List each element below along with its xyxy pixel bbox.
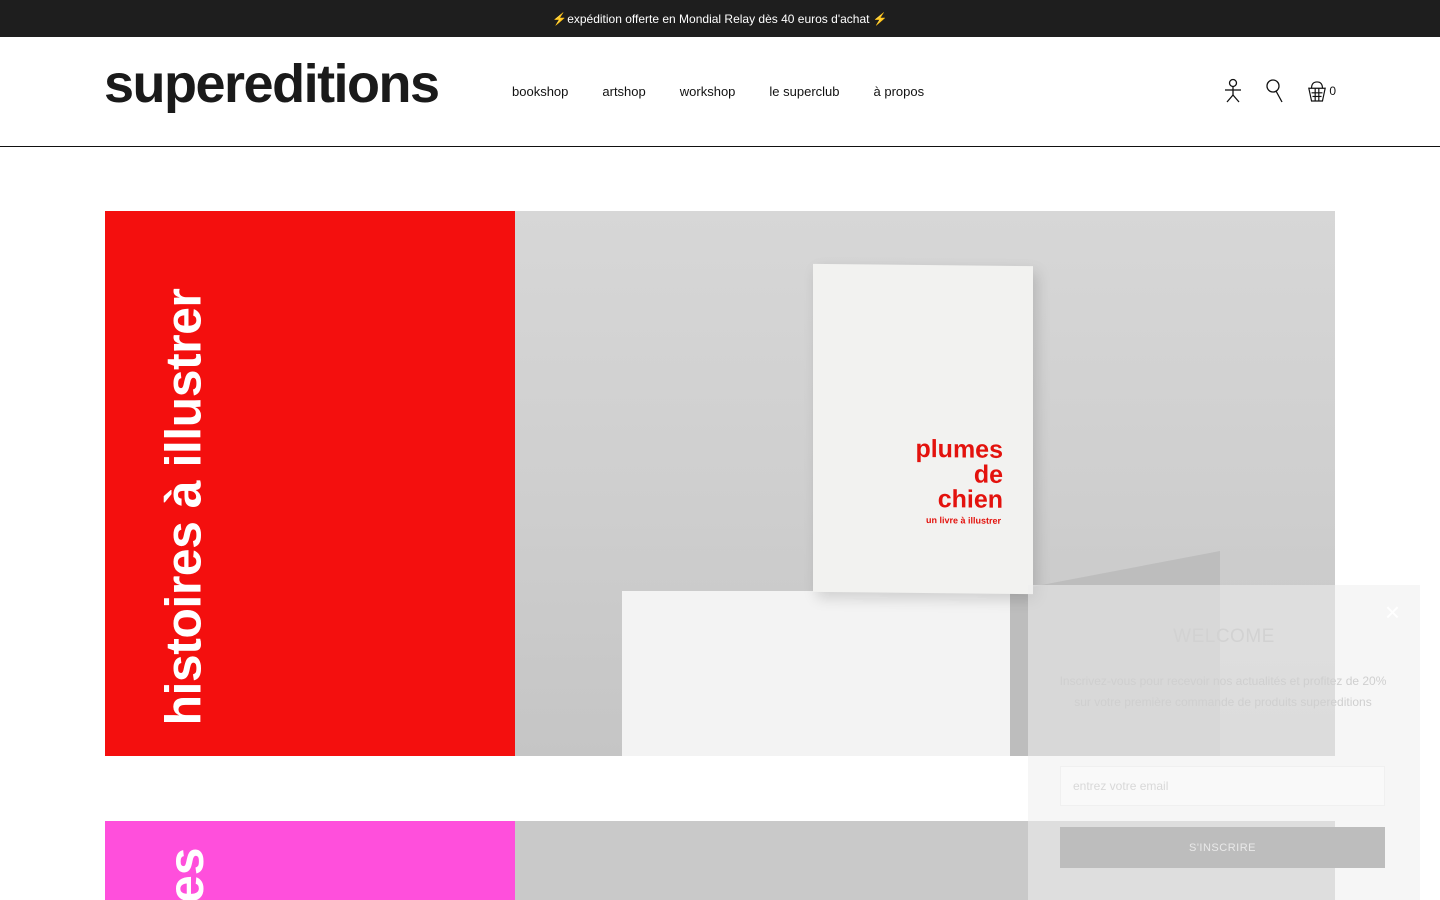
popup-text: Inscrivez-vous pour recevoir nos actuali… xyxy=(1059,674,1387,709)
book-cover: plumes de chien un livre à illustrer xyxy=(813,263,1033,595)
nav-superclub[interactable]: le superclub xyxy=(769,84,839,99)
book-subtitle: un livre à illustrer xyxy=(925,515,1001,526)
site-header: supereditions bookshop artshop workshop … xyxy=(0,37,1440,147)
popup-title: WELCOME xyxy=(1173,626,1275,647)
nav-about[interactable]: à propos xyxy=(874,84,925,99)
announcement-bar: ⚡expédition offerte en Mondial Relay dès… xyxy=(0,0,1440,37)
nav-artshop[interactable]: artshop xyxy=(602,84,645,99)
cart-button[interactable]: 0 xyxy=(1307,79,1336,103)
site-logo[interactable]: supereditions xyxy=(104,57,440,111)
book-title: plumes de chien xyxy=(915,434,1003,514)
email-field[interactable] xyxy=(1060,766,1385,806)
nav-bookshop[interactable]: bookshop xyxy=(512,84,568,99)
header-icons: 0 xyxy=(1223,78,1336,103)
hero-color-panel: histoires à illustrer xyxy=(105,211,515,756)
announcement-text: ⚡expédition offerte en Mondial Relay dès… xyxy=(552,11,888,26)
subscribe-button[interactable]: S'INSCRIRE xyxy=(1060,827,1385,868)
main-nav: bookshop artshop workshop le superclub à… xyxy=(512,84,924,99)
hero-vertical-title: histoires à illustrer xyxy=(155,288,212,726)
search-icon[interactable] xyxy=(1265,79,1285,103)
account-icon[interactable] xyxy=(1223,78,1243,103)
newsletter-popup: × WELCOME Inscrivez-vous pour recevoir n… xyxy=(1028,585,1420,900)
nav-workshop[interactable]: workshop xyxy=(680,84,736,99)
cart-count: 0 xyxy=(1329,84,1336,98)
pedestal xyxy=(622,591,1012,756)
hero2-vertical-title: es xyxy=(158,847,214,900)
close-icon[interactable]: × xyxy=(1385,599,1400,625)
cart-icon xyxy=(1307,79,1327,103)
